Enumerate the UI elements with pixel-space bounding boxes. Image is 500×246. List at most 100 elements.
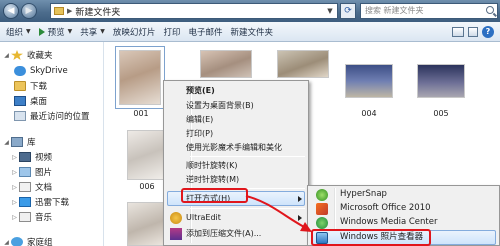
folder-icon — [54, 7, 64, 15]
nav-documents-label: 文档 — [35, 183, 53, 193]
expand-icon[interactable]: ▷ — [10, 169, 19, 176]
expand-icon[interactable]: ▷ — [10, 214, 19, 221]
share-label: 共享 — [80, 27, 98, 38]
nav-videos[interactable]: ▷ 视频 — [10, 150, 52, 164]
collapse-icon[interactable]: ◢ — [2, 52, 11, 59]
preview-pane-icon[interactable] — [468, 26, 478, 37]
nav-favorites[interactable]: ◢ 收藏夹 — [2, 48, 53, 62]
file-name-006: 006 — [139, 182, 155, 191]
collapse-icon[interactable]: ◢ — [2, 239, 11, 246]
documents-icon — [19, 182, 31, 192]
nav-skydrive[interactable]: SkyDrive — [14, 64, 68, 78]
forward-button[interactable]: ▶ — [21, 3, 37, 19]
menu-item-preview[interactable]: 预览(E) — [186, 84, 215, 97]
annotation-open-with-box — [181, 188, 248, 203]
new-folder-label: 新建文件夹 — [230, 27, 273, 38]
organize-button[interactable]: 组织 ▼ — [0, 22, 35, 42]
recent-places-icon — [14, 111, 26, 121]
expand-icon[interactable]: ▷ — [10, 154, 19, 161]
cloud-icon — [14, 66, 26, 76]
preview-label: 预览 — [47, 27, 65, 38]
library-icon — [11, 137, 23, 147]
thumbnail-004[interactable] — [345, 64, 393, 98]
star-icon — [11, 50, 23, 60]
address-bar[interactable]: ▶ 新建文件夹 ▼ — [50, 3, 338, 19]
archive-icon — [170, 228, 182, 240]
nav-homegroup-label: 家庭组 — [27, 238, 53, 246]
slideshow-label: 放映幻灯片 — [112, 27, 156, 38]
nav-downloads[interactable]: 下载 — [14, 79, 47, 93]
search-input[interactable]: 搜索 新建文件夹 — [360, 3, 498, 19]
breadcrumb-arrow-icon[interactable]: ▶ — [67, 7, 72, 15]
homegroup-icon — [11, 237, 23, 246]
play-icon — [38, 27, 45, 36]
address-path: 新建文件夹 — [75, 7, 121, 18]
print-button[interactable]: 打印 — [159, 22, 184, 42]
back-button[interactable]: ◀ — [3, 3, 19, 19]
menu-item-rotate-counterclockwise[interactable]: 逆时针旋转(M) — [186, 173, 239, 186]
nav-homegroup[interactable]: ◢ 家庭组 — [2, 235, 53, 246]
menu-item-rotate-clockwise[interactable]: 顺时针旋转(K) — [186, 159, 238, 172]
nav-desktop[interactable]: 桌面 — [14, 94, 47, 108]
thumbnail-007[interactable] — [127, 202, 165, 246]
nav-recent[interactable]: 最近访问的位置 — [14, 109, 90, 123]
print-label: 打印 — [163, 27, 181, 38]
thumbnail-006[interactable] — [127, 130, 165, 180]
thunder-download-icon — [19, 197, 31, 207]
thumbnail-001[interactable] — [115, 46, 165, 109]
nav-skydrive-label: SkyDrive — [30, 66, 68, 76]
nav-thunder[interactable]: ▷ 迅雷下载 — [10, 195, 69, 209]
nav-libraries[interactable]: ◢ 库 — [2, 135, 36, 149]
nav-music-label: 音乐 — [35, 213, 53, 223]
thumbnail-003[interactable] — [277, 50, 329, 78]
music-icon — [19, 212, 31, 222]
submenu-item-media-center[interactable]: Windows Media Center — [340, 216, 437, 229]
nav-favorites-label: 收藏夹 — [27, 51, 53, 61]
expand-icon[interactable]: ▷ — [10, 184, 19, 191]
file-name-004: 004 — [361, 109, 377, 118]
title-bar: ◀ ▶ ▶ 新建文件夹 ▼ ⟳ 搜索 新建文件夹 — [0, 0, 500, 22]
menu-separator — [190, 156, 305, 157]
preview-button[interactable]: 预览 ▼ — [35, 22, 77, 42]
collapse-icon[interactable]: ◢ — [2, 139, 11, 146]
thumbnail-002[interactable] — [200, 50, 252, 78]
refresh-button[interactable]: ⟳ — [340, 3, 356, 19]
nav-videos-label: 视频 — [35, 153, 53, 163]
nav-libraries-label: 库 — [27, 138, 36, 148]
file-name-005: 005 — [433, 109, 449, 118]
nav-desktop-label: 桌面 — [30, 97, 48, 107]
ultraedit-icon — [170, 212, 182, 224]
nav-pictures-label: 图片 — [35, 168, 53, 178]
expand-icon[interactable]: ▷ — [10, 199, 19, 206]
nav-documents[interactable]: ▷ 文档 — [10, 180, 52, 194]
nav-recent-label: 最近访问的位置 — [30, 112, 90, 122]
menu-item-ultraedit[interactable]: UltraEdit — [186, 211, 221, 224]
nav-downloads-label: 下载 — [30, 82, 48, 92]
annotation-photo-viewer-box — [311, 229, 431, 246]
help-icon[interactable]: ? — [482, 25, 494, 38]
menu-item-set-wallpaper[interactable]: 设置为桌面背景(B) — [186, 99, 254, 112]
command-bar: 组织 ▼ 预览 ▼ 共享 ▼ 放映幻灯片 打印 电子邮件 新建文件夹 ? — [0, 22, 500, 42]
annotation-arrow — [245, 195, 312, 232]
nav-music[interactable]: ▷ 音乐 — [10, 210, 52, 224]
email-button[interactable]: 电子邮件 — [184, 22, 226, 42]
menu-item-print[interactable]: 打印(P) — [186, 127, 213, 140]
nav-thunder-label: 迅雷下载 — [35, 198, 70, 208]
new-folder-button[interactable]: 新建文件夹 — [226, 22, 277, 42]
search-icon[interactable] — [486, 6, 494, 14]
email-label: 电子邮件 — [188, 27, 223, 38]
desktop-icon — [14, 96, 26, 106]
share-button[interactable]: 共享 ▼ — [76, 22, 109, 42]
submenu-item-office[interactable]: Microsoft Office 2010 — [340, 202, 431, 215]
slideshow-button[interactable]: 放映幻灯片 — [109, 22, 160, 42]
view-options-icon[interactable] — [452, 26, 464, 37]
submenu-item-hypersnap[interactable]: HyperSnap — [340, 188, 387, 201]
pictures-icon — [19, 167, 31, 177]
menu-item-nevercolor-edit[interactable]: 使用光影魔术手编辑和美化 — [186, 141, 282, 154]
thumbnail-005[interactable] — [417, 64, 465, 98]
navigation-pane: ◢ 收藏夹 SkyDrive 下载 桌面 最近访问的位置 ◢ 库 ▷ 视频 ▷ … — [0, 42, 104, 246]
nav-pictures[interactable]: ▷ 图片 — [10, 165, 52, 179]
video-icon — [19, 152, 31, 162]
address-dropdown-icon[interactable]: ▼ — [323, 4, 337, 18]
menu-item-edit[interactable]: 编辑(E) — [186, 113, 213, 126]
